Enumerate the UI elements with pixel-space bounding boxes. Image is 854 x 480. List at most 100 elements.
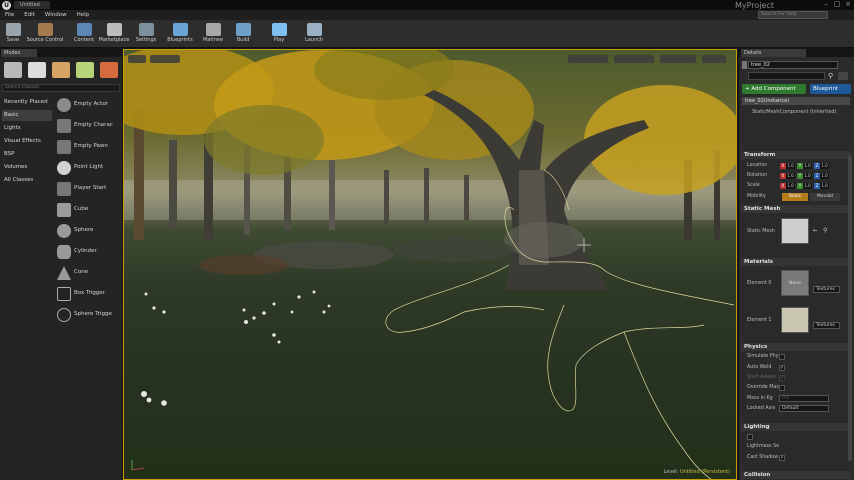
settings-button[interactable]: Settings (134, 21, 158, 47)
place-item-cone[interactable]: Cone (55, 264, 121, 282)
transform-section-header[interactable]: Transform (741, 151, 851, 159)
menu-edit[interactable]: Edit (24, 12, 35, 18)
scale-z-field[interactable]: 1.0 (820, 183, 829, 189)
foliage-mode-icon[interactable] (76, 62, 94, 78)
rotation-z-field[interactable]: 1.0 (820, 173, 829, 179)
category-lights[interactable]: Lights (2, 123, 52, 134)
category-all-classes[interactable]: All Classes (2, 175, 52, 186)
menu-file[interactable]: File (5, 12, 14, 18)
material-0-textures-dropdown[interactable]: Textures (813, 286, 840, 293)
content-button[interactable]: Content (72, 21, 96, 47)
start-awake-checkbox[interactable]: ✓ (779, 375, 785, 381)
physics-section-header[interactable]: Physics (741, 343, 851, 351)
place-item-box-trigger[interactable]: Box Trigger (55, 285, 121, 303)
place-item-sphere-trigger[interactable]: Sphere Trigge (55, 306, 121, 324)
matinee-button[interactable]: Matinee (201, 21, 225, 47)
static-mesh-component-row[interactable]: StaticMeshComponent (Inherited) (752, 109, 837, 115)
marketplace-button[interactable]: Marketplace (98, 21, 130, 47)
place-item-empty-character[interactable]: Empty Charac (55, 117, 121, 135)
lighting-section-header[interactable]: Lighting (741, 423, 851, 431)
actor-name-field[interactable]: tree_02 (748, 61, 838, 69)
location-z-field[interactable]: 1.0 (820, 163, 829, 169)
maximize-viewport-button[interactable] (702, 55, 726, 63)
category-visual-effects[interactable]: Visual Effects (2, 136, 52, 147)
view-options-icon[interactable] (838, 72, 848, 80)
place-item-cylinder[interactable]: Cylinder (55, 243, 121, 261)
details-scrollbar[interactable] (848, 155, 852, 461)
snap-settings[interactable] (614, 55, 654, 63)
place-item-empty-actor[interactable]: Empty Actor (55, 96, 121, 114)
place-item-sphere[interactable]: Sphere (55, 222, 121, 240)
lightmass-settings-label: Lightmass Se (747, 444, 780, 449)
place-item-player-start[interactable]: Player Start (55, 180, 121, 198)
category-volumes[interactable]: Volumes (2, 162, 52, 173)
location-x-field[interactable]: 1.0 (786, 163, 795, 169)
location-y-field[interactable]: 1.0 (803, 163, 812, 169)
source-control-button[interactable]: Source Control (26, 21, 64, 47)
static-mesh-thumbnail[interactable] (781, 218, 809, 244)
scale-y-field[interactable]: 1.0 (803, 183, 812, 189)
launch-button[interactable]: Launch (302, 21, 326, 47)
search-help-input[interactable]: Search For Help (758, 11, 828, 19)
level-tab[interactable]: Untitled (14, 1, 50, 9)
collision-section-header[interactable]: Collision (741, 471, 851, 479)
place-item-cube[interactable]: Cube (55, 201, 121, 219)
details-search-input[interactable] (748, 72, 825, 80)
materials-section-header[interactable]: Materials (741, 258, 851, 266)
mobility-movable-button[interactable]: Movabl (810, 193, 840, 201)
category-recently-placed[interactable]: Recently Placed (2, 97, 52, 108)
place-item-point-light[interactable]: Point Light (55, 159, 121, 177)
rotation-y-field[interactable]: 1.0 (803, 173, 812, 179)
camera-speed[interactable] (660, 55, 696, 63)
element-1-label: Element 1 (747, 318, 772, 323)
build-button[interactable]: Build (233, 21, 253, 47)
class-search-input[interactable]: Search Classes (2, 84, 120, 92)
menu-window[interactable]: Window (45, 12, 67, 18)
close-icon[interactable]: × (843, 0, 853, 9)
maximize-icon[interactable]: □ (832, 0, 842, 9)
category-bsp[interactable]: BSP (2, 149, 52, 160)
lightmass-override-checkbox[interactable] (747, 434, 753, 440)
auto-weld-checkbox[interactable]: ✓ (779, 365, 785, 371)
geometry-mode-icon[interactable] (100, 62, 118, 78)
browse-icon[interactable]: ⚲ (823, 227, 827, 234)
level-indicator: Level: Untitled (Persistent) (663, 469, 731, 475)
blueprint-button[interactable]: Blueprint (810, 84, 851, 94)
cube-icon (57, 203, 71, 217)
cast-shadow-checkbox[interactable]: ✓ (779, 455, 785, 461)
menu-help[interactable]: Help (77, 12, 90, 18)
rotation-x-field[interactable]: 1.0 (786, 173, 795, 179)
viewport-options-button[interactable] (128, 55, 146, 63)
details-tab[interactable]: Details (741, 49, 806, 57)
landscape-mode-icon[interactable] (52, 62, 70, 78)
save-button[interactable]: Save (2, 21, 24, 47)
modes-tab[interactable]: Modes (1, 49, 37, 57)
material-1-textures-dropdown[interactable]: Textures (813, 322, 840, 329)
simulate-physics-checkbox[interactable] (779, 354, 785, 360)
scale-x-field[interactable]: 1.0 (786, 183, 795, 189)
use-selected-icon[interactable]: ← (813, 227, 818, 234)
paint-mode-icon[interactable] (28, 62, 46, 78)
blueprints-button[interactable]: Blueprints (166, 21, 194, 47)
place-item-empty-pawn[interactable]: Empty Pawn (55, 138, 121, 156)
level-viewport[interactable]: Level: Untitled (Persistent) (123, 49, 737, 480)
mass-field[interactable]: 0.0 (779, 395, 829, 402)
mobility-static-button[interactable]: Static (782, 193, 808, 201)
simulate-physics-label: Simulate Phy (747, 354, 779, 359)
category-basic[interactable]: Basic (2, 110, 52, 121)
scale-label: Scale (747, 183, 760, 188)
transform-tools[interactable] (568, 55, 608, 63)
override-mass-checkbox[interactable] (779, 385, 785, 391)
auto-weld-label: Auto Weld (747, 365, 772, 370)
minimize-icon[interactable]: – (821, 0, 831, 9)
static-mesh-section-header[interactable]: Static Mesh (741, 205, 851, 213)
material-1-thumbnail[interactable] (781, 307, 809, 333)
perspective-button[interactable] (150, 55, 180, 63)
play-button[interactable]: Play (269, 21, 289, 47)
place-mode-icon[interactable] (4, 62, 22, 78)
locked-axis-dropdown[interactable]: Default (779, 405, 829, 412)
instance-row[interactable]: tree_02(Instance) (742, 97, 850, 105)
add-component-button[interactable]: + Add Component (742, 84, 806, 94)
material-0-thumbnail[interactable]: None (781, 270, 809, 296)
search-icon[interactable]: ⚲ (828, 72, 836, 80)
